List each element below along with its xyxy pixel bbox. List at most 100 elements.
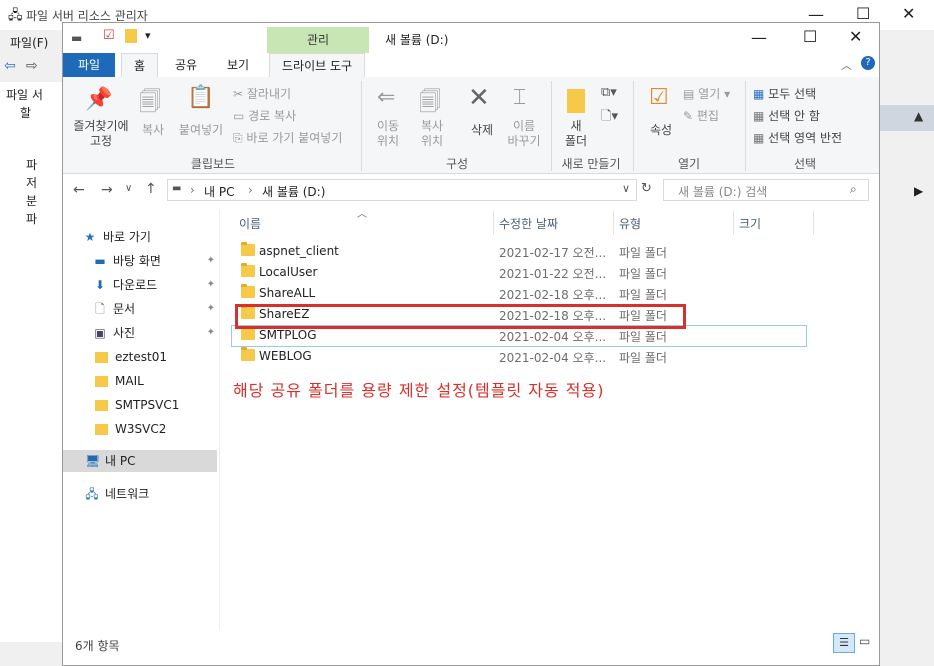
tab-home[interactable]: 홈 [121, 53, 159, 78]
new-folder-icon[interactable] [125, 29, 137, 43]
minimize-button[interactable]: — [751, 28, 767, 47]
tab-file[interactable]: 파일 [63, 53, 115, 77]
column-size[interactable]: 크기 [739, 215, 761, 232]
up-icon[interactable]: ↑ [145, 181, 157, 197]
customize-toolbar-icon[interactable]: ▾ [145, 29, 151, 42]
invert-selection-button[interactable]: ▦ 선택 영역 반전 [753, 129, 842, 146]
paste-button[interactable]: 붙여넣기 [175, 121, 227, 138]
nav-network[interactable]: 🖧 네트워크 [63, 483, 217, 505]
collapse-ribbon-icon[interactable]: ︿ [841, 57, 852, 73]
forward-arrow-icon[interactable]: ⇨ [26, 58, 38, 74]
pin-icon[interactable]: 📌 [85, 87, 112, 112]
new-item-icon[interactable]: ⧉▾ [601, 85, 617, 100]
large-icons-view-icon[interactable]: ▭ [859, 634, 870, 648]
nav-desktop[interactable]: ▬ 바탕 화면 ✦ [83, 250, 219, 272]
nav-documents[interactable]: 🗋 문서 ✦ [83, 298, 219, 320]
move-to-icon[interactable]: ⇐ [377, 85, 395, 110]
address-dropdown-icon[interactable]: ∨ [622, 182, 630, 195]
close-button[interactable]: ✕ [849, 27, 862, 46]
tab-share[interactable]: 공유 [163, 53, 209, 77]
select-all-button[interactable]: ▦ 모두 선택 [753, 85, 816, 102]
expand-arrow-icon[interactable]: ▶ [914, 184, 923, 198]
properties-icon[interactable]: ☑ [649, 85, 669, 110]
paste-shortcut-button[interactable]: ⎘ 바로 가기 붙여넣기 [233, 129, 342, 146]
delete-icon[interactable]: ✕ [468, 83, 490, 113]
nav-folder-eztest01[interactable]: eztest01 [83, 346, 219, 368]
select-none-button[interactable]: ▦ 선택 안 함 [753, 107, 820, 124]
file-row[interactable]: WEBLOG 2021-02-04 오후... 파일 폴더 [233, 346, 807, 366]
new-folder-button[interactable]: 새 폴더 [553, 119, 599, 149]
ribbon-separator [633, 81, 634, 171]
rename-button[interactable]: 이름 바꾸기 [501, 119, 547, 149]
breadcrumb-pc[interactable]: 내 PC [204, 183, 234, 200]
open-button[interactable]: ▤ 열기 ▾ [683, 85, 730, 102]
column-divider[interactable] [813, 211, 814, 235]
address-bar[interactable]: ▬ › 내 PC › 새 볼륨 (D:) ∨ [167, 179, 637, 201]
explorer-window: ▬ ☑ ▾ 관리 새 볼륨 (D:) — ☐ ✕ 파일 홈 공유 보기 드라이브… [62, 22, 880, 666]
breadcrumb-volume[interactable]: 새 볼륨 (D:) [262, 183, 325, 200]
column-divider[interactable] [493, 211, 494, 235]
tree-item[interactable]: 분 [26, 192, 37, 209]
close-button[interactable]: ✕ [902, 4, 915, 23]
paste-icon[interactable]: 📋 [187, 85, 214, 110]
tree-item[interactable]: 파 [26, 156, 37, 173]
file-type: 파일 폴더 [619, 330, 667, 344]
pin-quick-access-button[interactable]: 즐겨찾기에 고정 [65, 119, 137, 149]
file-row[interactable]: ShareALL 2021-02-18 오후... 파일 폴더 [233, 283, 807, 303]
back-icon[interactable]: ← [73, 182, 85, 198]
collapse-icon[interactable]: ▲ [914, 109, 923, 123]
nav-folder-w3svc2[interactable]: W3SVC2 [83, 418, 219, 440]
nav-folder-smtpsvc1[interactable]: SMTPSVC1 [83, 394, 219, 416]
back-arrow-icon[interactable]: ⇦ [4, 58, 16, 74]
search-box[interactable]: 새 볼륨 (D:) 검색 ⌕ [663, 179, 869, 201]
copy-path-button[interactable]: ▭ 경로 복사 [233, 107, 296, 124]
column-divider[interactable] [733, 211, 734, 235]
details-view-icon[interactable]: ☰ [833, 633, 855, 653]
column-modified[interactable]: 수정한 날짜 [499, 215, 558, 232]
move-to-button[interactable]: 이동 위치 [365, 119, 411, 149]
maximize-button[interactable]: ☐ [803, 27, 817, 46]
search-icon[interactable]: ⌕ [850, 182, 857, 197]
nav-quick-access[interactable]: ★ 바로 가기 [83, 226, 219, 248]
nav-folder-mail[interactable]: MAIL [83, 370, 219, 392]
properties-button[interactable]: 속성 [639, 121, 683, 138]
help-icon[interactable]: ? [861, 56, 875, 70]
tree-item[interactable]: 파일 서 [6, 86, 43, 103]
copy-button[interactable]: 복사 [133, 121, 173, 138]
actions-pane-header[interactable]: ▲ [880, 105, 934, 131]
menu-file[interactable]: 파일(F) [10, 34, 48, 51]
column-divider[interactable] [613, 211, 614, 235]
column-type[interactable]: 유형 [619, 215, 641, 232]
maximize-button[interactable]: ☐ [856, 4, 870, 23]
rename-icon[interactable]: ⌶ [513, 85, 526, 110]
tree-item[interactable]: 저 [26, 174, 37, 191]
new-folder-icon[interactable] [567, 89, 585, 113]
delete-button[interactable]: 삭제 [459, 121, 505, 138]
easy-access-icon[interactable]: 🗋▾ [601, 107, 618, 129]
copy-to-button[interactable]: 복사 위치 [409, 119, 455, 149]
nav-label: 네트워크 [105, 487, 150, 501]
properties-icon[interactable]: ☑ [103, 28, 115, 43]
recent-locations-icon[interactable]: ∨ [125, 183, 132, 194]
copy-icon[interactable]: 🗐 [139, 85, 161, 123]
forward-icon[interactable]: → [101, 182, 113, 198]
nav-downloads[interactable]: ⬇ 다운로드 ✦ [83, 274, 219, 296]
tab-view[interactable]: 보기 [215, 53, 261, 77]
cut-button[interactable]: ✂ 잘라내기 [233, 85, 291, 102]
refresh-icon[interactable]: ↻ [641, 181, 652, 196]
folder-icon [241, 326, 255, 340]
file-row[interactable]: aspnet_client 2021-02-17 오전... 파일 폴더 [233, 241, 807, 261]
manage-tab[interactable]: 관리 [267, 27, 369, 53]
tree-item[interactable]: 파 [26, 210, 37, 227]
file-name: LocalUser [259, 265, 318, 279]
clipboard-group-label: 클립보드 [190, 157, 236, 171]
nav-pictures[interactable]: ▣ 사진 ✦ [83, 322, 219, 344]
copy-to-icon[interactable]: 🗐 [419, 85, 441, 123]
tab-drive-tools[interactable]: 드라이브 도구 [269, 53, 366, 78]
edit-button[interactable]: ✎ 편집 [683, 107, 719, 124]
nav-this-pc[interactable]: 🖥 내 PC [63, 450, 217, 472]
annotation-text: 해당 공유 폴더를 용량 제한 설정(템플릿 자동 적용) [233, 381, 605, 400]
tree-item[interactable]: 할 [20, 104, 31, 121]
column-name[interactable]: 이름 [239, 215, 261, 232]
file-row[interactable]: LocalUser 2021-01-22 오전... 파일 폴더 [233, 262, 807, 282]
